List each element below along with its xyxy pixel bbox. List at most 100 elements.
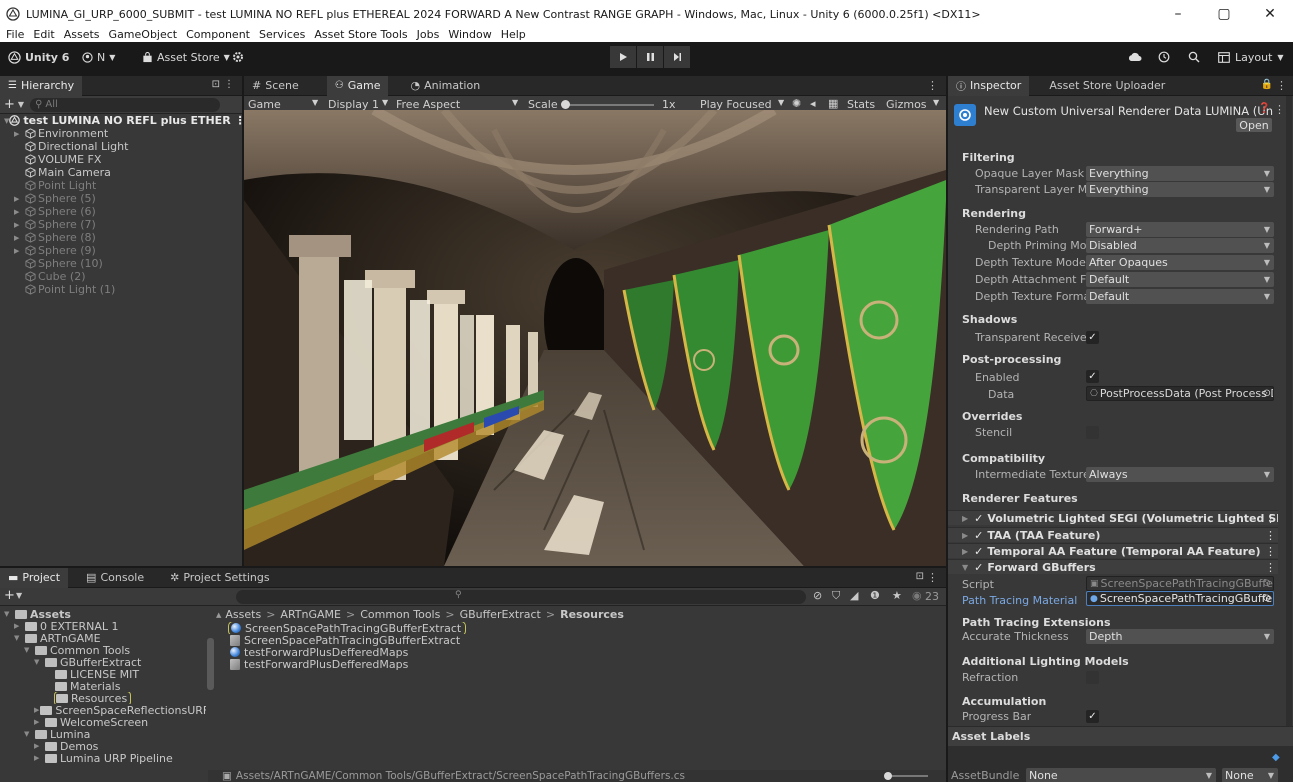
menu-gameobject[interactable]: GameObject xyxy=(109,28,178,42)
more-options-icon[interactable]: ⋮ xyxy=(1265,545,1276,558)
hierarchy-item[interactable]: VOLUME FX xyxy=(14,153,242,166)
game-render-image[interactable] xyxy=(244,110,946,566)
expand-arrow-icon[interactable]: ▼ xyxy=(34,658,44,666)
feature-enabled-checkbox[interactable]: ✓ xyxy=(974,545,983,558)
help-icon[interactable]: ❓ xyxy=(1258,103,1270,114)
step-button[interactable] xyxy=(664,46,690,68)
minimize-button[interactable]: – xyxy=(1155,0,1201,28)
more-options-icon[interactable]: ⋮ xyxy=(1265,529,1276,542)
more-options-icon[interactable]: ⋮ xyxy=(1276,79,1287,92)
expand-arrow-icon[interactable]: ▼ xyxy=(14,634,24,642)
close-button[interactable]: ✕ xyxy=(1247,0,1293,28)
menu-services[interactable]: Services xyxy=(259,28,305,42)
asset-labels-header[interactable]: Asset Labels xyxy=(948,726,1293,746)
hierarchy-item[interactable]: Cube (2) xyxy=(14,270,242,283)
hierarchy-item[interactable]: ▶ Sphere (5) xyxy=(14,192,242,205)
asset-store-dropdown[interactable]: Asset Store ▼ xyxy=(136,46,236,68)
expand-arrow-icon[interactable]: ▶ xyxy=(14,622,24,630)
folder-tree-item[interactable]: ▼ Common Tools xyxy=(0,644,206,656)
file-label-wrap[interactable]: ScreenSpacePathTracingGBufferExtract xyxy=(228,634,464,646)
folder-label-wrap[interactable]: ScreenSpaceReflectionsURF xyxy=(39,704,206,716)
tab-inspector[interactable]: ⓘ Inspector xyxy=(948,75,1030,96)
folder-tree-item[interactable]: LICENSE MIT xyxy=(0,668,206,680)
bug-icon[interactable]: ✺ xyxy=(792,97,801,110)
hierarchy-item[interactable]: Sphere (10) xyxy=(14,257,242,270)
progress-bar-checkbox[interactable]: ✓ xyxy=(1086,710,1099,723)
feature-enabled-checkbox[interactable]: ✓ xyxy=(974,561,983,574)
menu-window[interactable]: Window xyxy=(448,28,491,42)
folder-label-wrap[interactable]: WelcomeScreen xyxy=(44,716,151,728)
hierarchy-item[interactable]: ▶ Sphere (8) xyxy=(14,231,242,244)
renderer-feature-row[interactable]: ▼ ✓ Forward GBuffers ⋮ xyxy=(948,559,1278,574)
assetbundle-dropdown[interactable]: None ▼ xyxy=(1026,768,1216,782)
tab-project-settings[interactable]: ✲ Project Settings xyxy=(162,568,277,588)
breadcrumb-up-icon[interactable]: ▲ xyxy=(216,611,221,619)
caret-down-icon[interactable]: ▼ xyxy=(312,98,318,107)
hierarchy-item[interactable]: ▶ Sphere (9) xyxy=(14,244,242,257)
icon-size-slider-handle[interactable] xyxy=(884,772,892,780)
more-options-icon[interactable]: ⋮ xyxy=(235,114,242,127)
feature-enabled-checkbox[interactable]: ✓ xyxy=(974,529,983,542)
more-options-icon[interactable]: ⋮ xyxy=(1265,561,1276,574)
account-dropdown[interactable]: N ▼ xyxy=(76,46,121,68)
accurate-thickness-dropdown[interactable]: Depth ▼ xyxy=(1086,629,1274,644)
expand-arrow-icon[interactable]: ▼ xyxy=(962,563,968,572)
caret-down-icon[interactable]: ▼ xyxy=(512,98,518,107)
hierarchy-item[interactable]: ▶ Environment xyxy=(14,127,242,140)
expand-arrow-icon[interactable]: ▶ xyxy=(14,221,24,229)
more-options-icon[interactable]: ⋮ xyxy=(1265,512,1276,525)
menu-help[interactable]: Help xyxy=(501,28,526,42)
transparent-receive-shadows-checkbox[interactable]: ✓ xyxy=(1086,331,1099,344)
expand-arrow-icon[interactable]: ▼ xyxy=(4,610,14,618)
search-by-type-icon[interactable]: ⊘ xyxy=(813,589,822,602)
more-options-icon[interactable]: ⋮ xyxy=(1274,103,1285,116)
folder-label-wrap[interactable]: Common Tools xyxy=(34,644,133,656)
project-file-item[interactable]: ScreenSpacePathTracingGBufferExtract xyxy=(216,622,946,634)
hierarchy-item[interactable]: ▶ Sphere (6) xyxy=(14,205,242,218)
tab-hierarchy[interactable]: ☰ Hierarchy xyxy=(0,75,83,96)
tab-game[interactable]: ⚇ Game xyxy=(326,75,389,96)
more-options-icon[interactable]: ⋮ xyxy=(927,571,938,584)
project-file-item[interactable]: ScreenSpacePathTracingGBufferExtract xyxy=(216,634,946,646)
folder-tree-item[interactable]: ▶ Demos xyxy=(0,740,206,752)
caret-down-icon[interactable]: ▼ xyxy=(18,100,24,109)
folder-label-wrap[interactable]: LICENSE MIT xyxy=(54,668,142,680)
pause-button[interactable] xyxy=(637,46,663,68)
expand-arrow-icon[interactable]: ▶ xyxy=(962,514,968,523)
folder-tree-item[interactable]: Materials xyxy=(0,680,206,692)
menu-component[interactable]: Component xyxy=(186,28,250,42)
scale-slider-handle[interactable] xyxy=(561,100,570,109)
history-button[interactable] xyxy=(1152,46,1176,68)
scene-row[interactable]: ▼ test LUMINA NO REFL plus ETHER ⋮ xyxy=(4,114,242,127)
maximize-button[interactable]: ▢ xyxy=(1201,0,1247,28)
lock-icon[interactable]: ⊡ xyxy=(212,79,220,90)
renderer-feature-row[interactable]: ▶ ✓ Temporal AA Feature (Temporal AA Featu… xyxy=(948,543,1278,558)
more-options-icon[interactable]: ⋮ xyxy=(927,79,938,92)
expand-arrow-icon[interactable]: ▶ xyxy=(14,208,24,216)
breadcrumb-item[interactable]: GBufferExtract xyxy=(460,608,541,621)
depth-attachment-format-dropdown[interactable]: Default ▼ xyxy=(1086,272,1274,287)
post-processing-enabled-checkbox[interactable]: ✓ xyxy=(1086,370,1099,383)
tab-scene[interactable]: # Scene xyxy=(244,76,307,96)
expand-arrow-icon[interactable]: ▶ xyxy=(962,547,968,556)
more-options-icon[interactable]: ⋮ xyxy=(224,79,234,90)
tag-filter-icon[interactable]: ◢ xyxy=(850,589,858,602)
caret-down-icon[interactable]: ▼ xyxy=(16,591,22,600)
scale-slider-track[interactable] xyxy=(562,104,654,106)
caret-down-icon[interactable]: ▼ xyxy=(382,98,388,107)
expand-arrow-icon[interactable]: ▶ xyxy=(962,531,968,540)
folder-tree-item[interactable]: Resources xyxy=(0,692,206,704)
cloud-services-button[interactable] xyxy=(226,46,250,68)
object-picker-icon[interactable]: ⊙ xyxy=(1263,388,1271,399)
intermediate-texture-dropdown[interactable]: Always ▼ xyxy=(1086,467,1274,482)
folder-tree-item[interactable]: ▼ ARTnGAME xyxy=(0,632,206,644)
selected-file-highlight[interactable]: ScreenSpacePathTracingGBufferExtract xyxy=(228,622,467,634)
folder-tree-item[interactable]: ▼ Assets xyxy=(0,608,206,620)
project-file-item[interactable]: testForwardPlusDefferedMaps xyxy=(216,646,946,658)
selected-folder-highlight[interactable]: Resources xyxy=(54,692,132,704)
cloud-button[interactable] xyxy=(1122,46,1148,68)
window-title-bar[interactable]: LUMINA_GI_URP_6000_SUBMIT - test LUMINA … xyxy=(0,0,1293,28)
tab-animation[interactable]: ◔ Animation xyxy=(402,76,488,96)
inspector-scrollbar[interactable] xyxy=(1286,96,1292,726)
alert-filter-icon[interactable]: ❶ xyxy=(870,589,880,602)
